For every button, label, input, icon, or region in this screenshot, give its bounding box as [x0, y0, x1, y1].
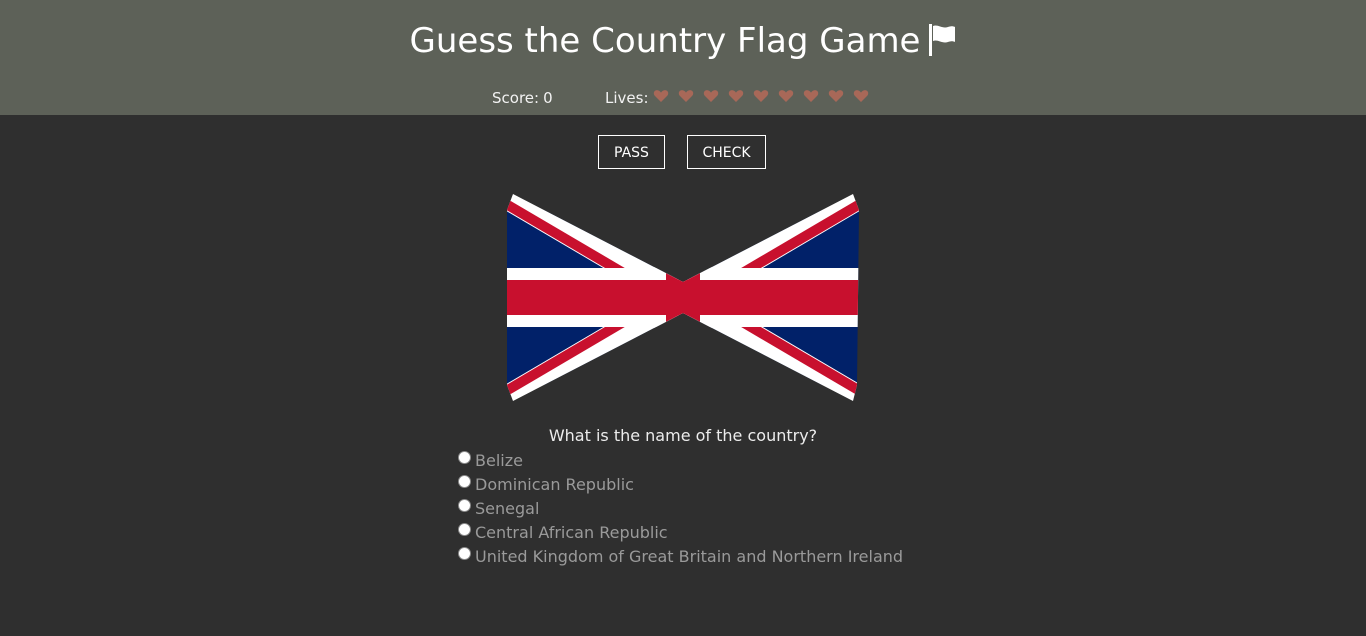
answer-option[interactable]: Senegal [456, 498, 903, 522]
answer-option-label[interactable]: Dominican Republic [475, 475, 634, 495]
score-label: Score: [492, 89, 540, 107]
answer-radio[interactable] [458, 451, 471, 464]
pass-button[interactable]: PASS [598, 135, 665, 169]
score-value: 0 [543, 89, 553, 107]
heart-icon [803, 88, 819, 104]
answer-option-label[interactable]: Central African Republic [475, 523, 668, 543]
answer-option[interactable]: United Kingdom of Great Britain and Nort… [456, 546, 903, 570]
heart-icon [828, 88, 844, 104]
heart-icon [753, 88, 769, 104]
answer-radio[interactable] [458, 499, 471, 512]
answer-radio[interactable] [458, 523, 471, 536]
answer-option-label[interactable]: Senegal [475, 499, 539, 519]
answer-option-label[interactable]: United Kingdom of Great Britain and Nort… [475, 547, 903, 567]
heart-icon [703, 88, 719, 104]
answer-option-label[interactable]: Belize [475, 451, 523, 471]
answer-option[interactable]: Dominican Republic [456, 474, 903, 498]
flag-image [507, 194, 859, 401]
answer-radio[interactable] [458, 547, 471, 560]
game-title: Guess the Country Flag Game [409, 21, 921, 61]
heart-icon [678, 88, 694, 104]
lives-hearts [653, 88, 878, 104]
heart-icon [653, 88, 669, 104]
check-button[interactable]: CHECK [687, 135, 766, 169]
heart-icon [778, 88, 794, 104]
heart-icon [853, 88, 869, 104]
score-display: Score: 0 [492, 89, 553, 107]
flag-icon [928, 22, 956, 68]
header-bar: Guess the Country Flag Game Score: 0 Live… [0, 0, 1366, 115]
answer-option[interactable]: Central African Republic [456, 522, 903, 546]
lives-display: Lives: [605, 89, 869, 107]
game-title-row: Guess the Country Flag Game [0, 18, 1366, 68]
lives-label: Lives: [605, 89, 649, 107]
answer-options: Belize Dominican Republic Senegal Central A… [456, 450, 903, 570]
question-text: What is the name of the country? [548, 426, 818, 445]
answer-option[interactable]: Belize [456, 450, 903, 474]
answer-radio[interactable] [458, 475, 471, 488]
heart-icon [728, 88, 744, 104]
